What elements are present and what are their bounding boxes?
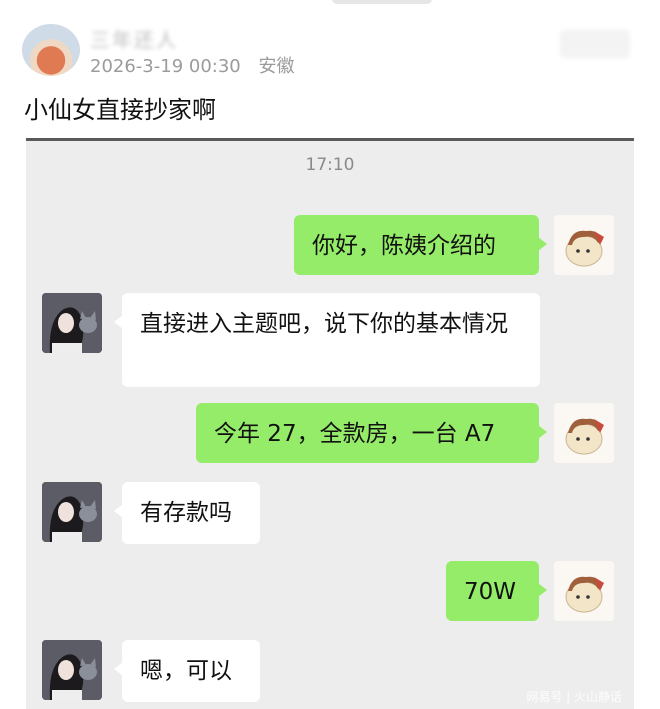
message-bubble-sent: 你好，陈姨介绍的 [294,215,547,275]
message-text: 有存款吗 [140,500,232,526]
message-bubble-received: 有存款吗 [114,482,260,544]
post-meta: 2026-3-19 00:30 安徽 [90,52,306,78]
author-avatar[interactable] [22,24,80,76]
message-bubble-sent: 今年 27，全款房，一台 A7 [196,403,547,463]
chat-timestamp: 17:10 [305,155,355,175]
my-avatar[interactable] [554,403,614,463]
post-date: 2026-3-19 00:30 [90,56,241,77]
post-location: 安徽 [258,56,295,77]
post-caption: 小仙女直接抄家啊 [24,96,216,124]
follow-button[interactable] [560,30,630,58]
message-text: 直接进入主题吧，说下你的基本情况 [140,311,508,337]
message-bubble-received: 直接进入主题吧，说下你的基本情况 [114,293,540,387]
message-text: 今年 27，全款房，一台 A7 [214,421,496,447]
girl-with-cat-avatar-icon [42,293,102,353]
girl-with-cat-avatar-icon [42,482,102,542]
chat-screenshot: 17:10 你好，陈姨介绍的 直接进入主题吧，说下你的基本情况 今年 27，全款… [26,138,634,709]
her-avatar[interactable] [42,293,102,353]
message-bubble-sent: 70W [446,561,547,621]
message-text: 嗯，可以 [140,658,232,684]
cartoon-avatar-icon [565,418,604,455]
her-avatar[interactable] [42,482,102,542]
message-bubble-received: 嗯，可以 [114,640,260,702]
my-avatar[interactable] [554,561,614,621]
author-name[interactable]: 三年还人 [90,24,178,53]
message-text: 70W [464,579,517,605]
her-avatar[interactable] [42,640,102,700]
message-text: 你好，陈姨介绍的 [312,233,496,259]
top-handle [332,0,432,4]
girl-with-cat-avatar-icon [42,640,102,700]
cartoon-avatar-icon [565,576,604,613]
watermark: 网易号 | 火山静话 [526,690,622,704]
cartoon-avatar-icon [565,230,604,267]
post-header: 三年还人 2026-3-19 00:30 安徽 小仙女直接抄家啊 [0,0,660,140]
my-avatar[interactable] [554,215,614,275]
